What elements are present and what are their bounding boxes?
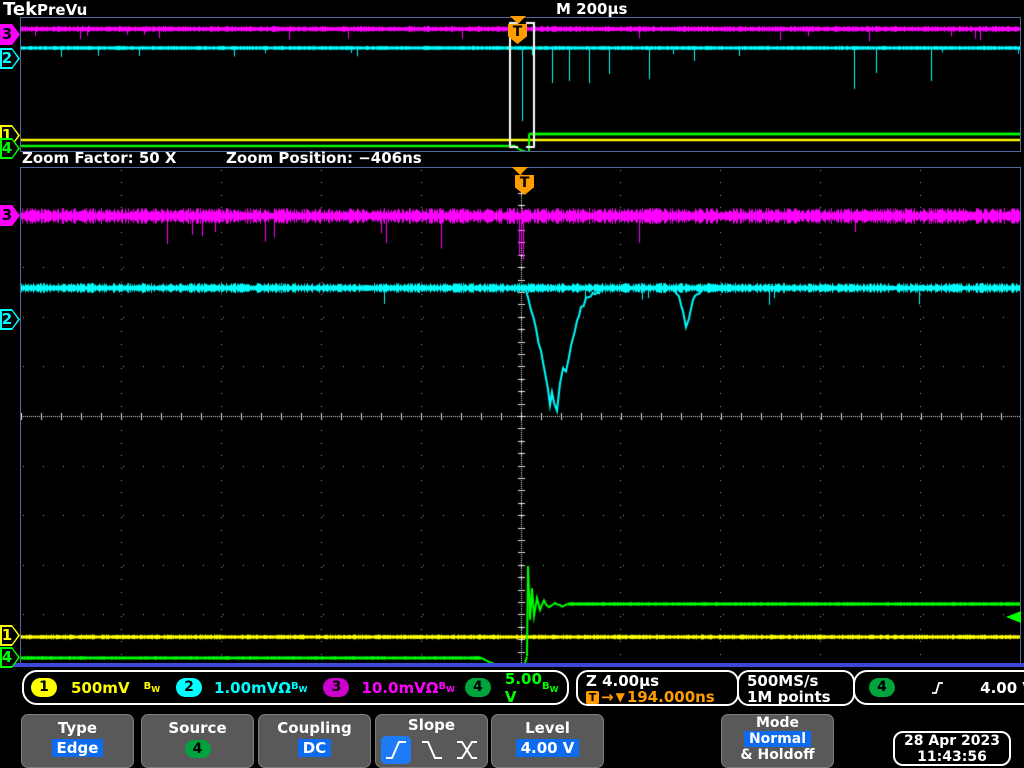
menu-level-title: Level (525, 719, 570, 737)
time-label: 11:43:56 (917, 749, 987, 765)
trigger-level-arrow (1006, 611, 1021, 623)
ch2-scale: 1.00mVΩ (214, 678, 292, 697)
menu-coupling-button[interactable]: Coupling DC (258, 714, 371, 768)
falling-edge-icon (421, 741, 442, 759)
trigger-t-icon: T (586, 690, 599, 704)
slope-either-option[interactable] (452, 736, 482, 764)
either-edge-icon (457, 741, 477, 759)
menu-source-button[interactable]: Source 4 (141, 714, 254, 768)
ch1-scale: 500mV (71, 678, 130, 697)
ch2-bandwidth-icon: BW (291, 681, 308, 694)
oscilloscope-screen: Tek PreVu M 200µs T 3 2 1 4 Zoom Factor:… (0, 0, 1024, 768)
overview-ch3-marker: 3 (0, 24, 20, 45)
trigger-delay-readout: T → ▼ 194.000ns (586, 689, 737, 705)
ch4-scale: 5.00 V (504, 669, 542, 706)
slope-falling-option[interactable] (417, 736, 447, 764)
menu-source-value: 4 (184, 740, 211, 758)
menu-mode-value: Normal (743, 731, 812, 747)
menu-level-value: 4.00 V (515, 739, 580, 757)
datetime-box: 28 Apr 2023 11:43:56 (893, 731, 1011, 766)
menu-mode-button[interactable]: Mode Normal & Holdoff (721, 714, 834, 768)
zoom-waveform-panel (20, 167, 1021, 664)
acquisition-box: 500MS/s 1M points (737, 670, 855, 706)
zoom-trigger-position-icon (512, 167, 528, 175)
menu-mode-value2: & Holdoff (740, 747, 815, 763)
zoom-ch1-marker: 1 (0, 625, 20, 646)
menu-slope-title: Slope (407, 716, 456, 734)
menu-slope-button[interactable]: Slope (375, 714, 488, 768)
menu-type-button[interactable]: Type Edge (21, 714, 134, 768)
sample-rate: 500MS/s (747, 672, 819, 690)
ch4-bandwidth-icon: BW (541, 681, 559, 694)
zoom-position-label: Zoom Position: −406ns (226, 149, 422, 167)
ch3-bandwidth-icon: BW (438, 681, 455, 694)
menu-source-title: Source (168, 719, 227, 737)
trigger-level-value: 4.00 V (980, 678, 1024, 697)
overview-trigger-position-icon (510, 16, 526, 24)
zoom-waveform-canvas (21, 168, 1020, 664)
trigger-status-box: 4 4.00 V (853, 670, 1024, 705)
slope-rising-option[interactable] (381, 736, 411, 764)
menu-type-title: Type (57, 719, 98, 737)
zoom-scale-label: Z 4.00µs (586, 672, 660, 690)
menu-level-button[interactable]: Level 4.00 V (491, 714, 604, 768)
zoom-factor-label: Zoom Factor: 50 X (22, 149, 177, 167)
menu-coupling-value: DC (297, 739, 332, 757)
trigger-source-badge: 4 (869, 678, 895, 697)
rising-edge-icon (386, 741, 406, 759)
zoom-ch3-marker: 3 (0, 205, 20, 226)
channel-readouts-box: 1 500mV BW 2 1.00mVΩ BW 3 10.0mVΩ BW 4 5… (22, 669, 569, 706)
trigger-slope-icon (932, 681, 944, 694)
panel-divider (0, 663, 1024, 667)
zoom-scale-box: Z 4.00µs T → ▼ 194.000ns (576, 670, 739, 706)
ch1-bandwidth-icon: BW (143, 681, 161, 694)
ch3-badge: 3 (323, 678, 350, 697)
overview-ch2-marker: 2 (0, 48, 20, 69)
marker-down-icon: ▼ (615, 690, 625, 704)
timebase-label: M 200µs (556, 0, 628, 18)
zoom-info-bar: Zoom Factor: 50 X Zoom Position: −406ns (0, 149, 1024, 167)
zoom-ch2-marker: 2 (0, 309, 20, 330)
date-label: 28 Apr 2023 (904, 733, 1000, 749)
record-length: 1M points (747, 688, 831, 706)
trigger-delay-value: 194.000ns (626, 688, 715, 706)
ch3-scale: 10.0mVΩ (361, 678, 439, 697)
ch4-badge: 4 (464, 678, 491, 697)
arrow-right-icon: → (601, 688, 614, 706)
menu-mode-title: Mode (755, 715, 800, 731)
menu-coupling-title: Coupling (277, 719, 352, 737)
menu-type-value: Edge (51, 739, 104, 757)
ch2-badge: 2 (176, 678, 203, 697)
ch1-badge: 1 (31, 678, 57, 697)
